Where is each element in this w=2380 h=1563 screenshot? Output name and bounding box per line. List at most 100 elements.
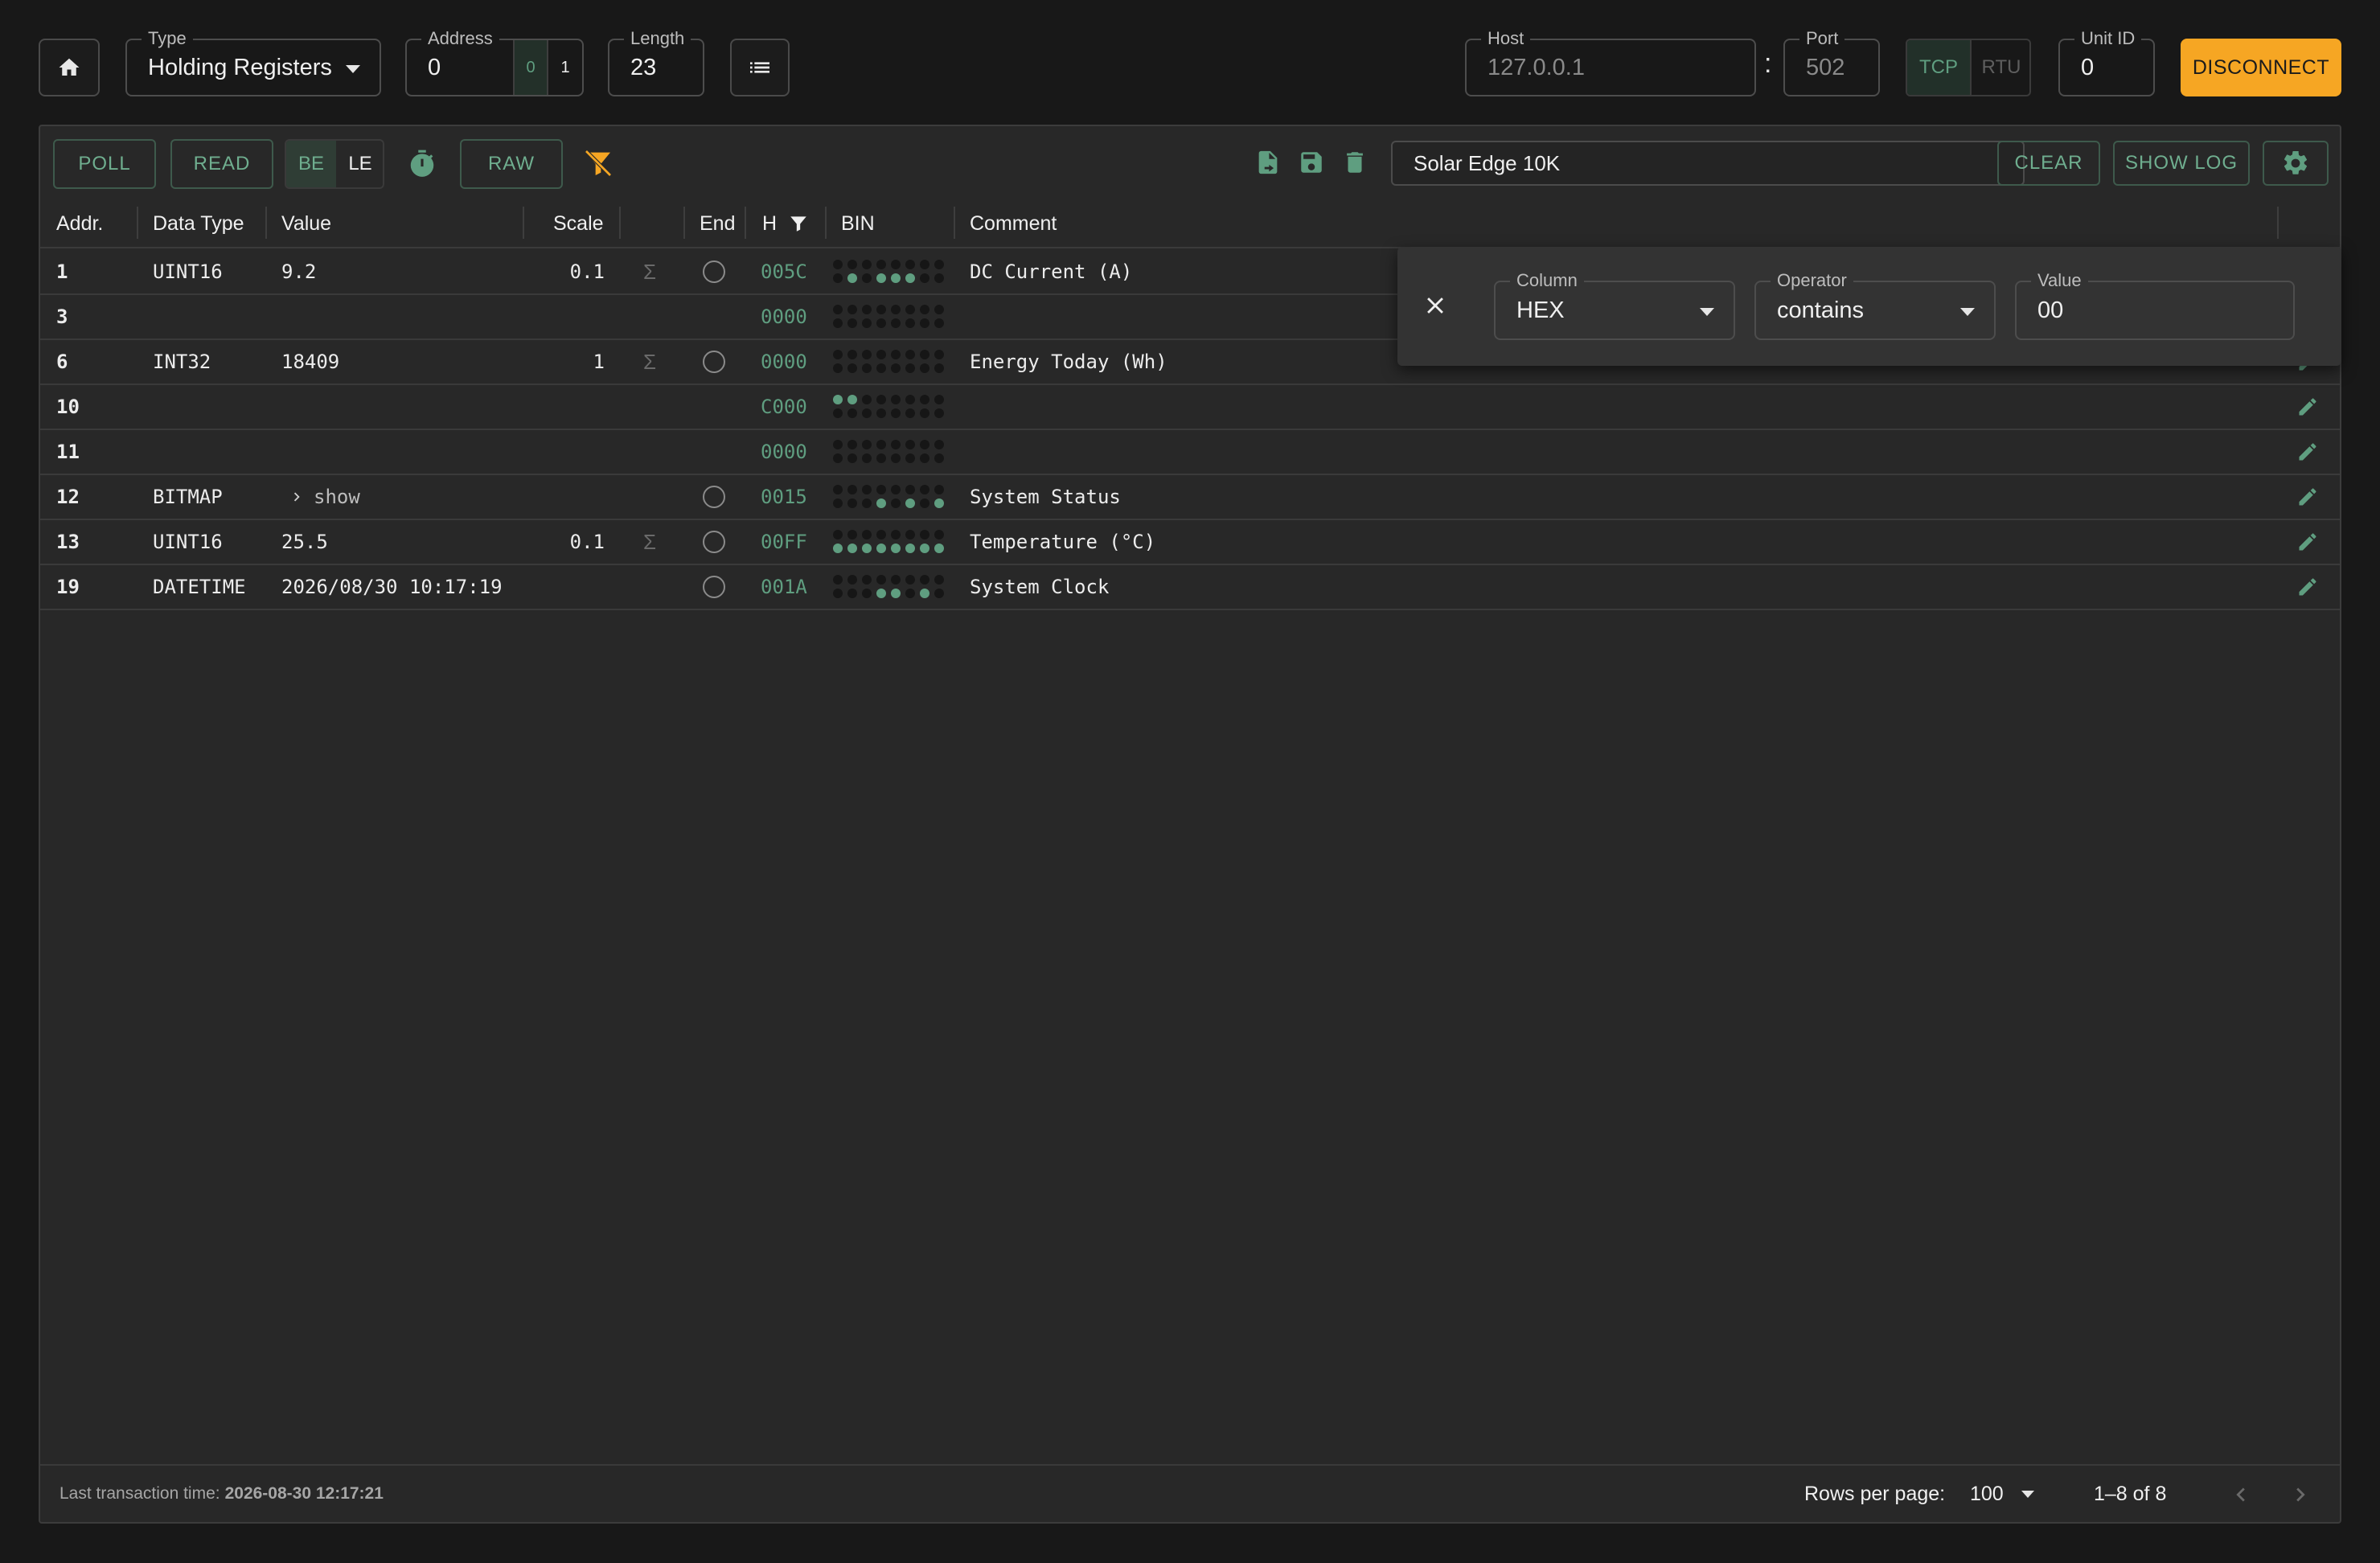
unit-id-field[interactable]: Unit ID 0 bbox=[2058, 28, 2155, 96]
bit-dot bbox=[934, 498, 944, 508]
export-file-button[interactable] bbox=[1254, 149, 1283, 178]
length-field[interactable]: Length 23 bbox=[608, 28, 704, 96]
header-data-type[interactable]: Data Type bbox=[153, 199, 244, 248]
end-radio[interactable] bbox=[703, 486, 725, 508]
clear-button[interactable]: CLEAR bbox=[1997, 141, 2100, 186]
protocol-tcp[interactable]: TCP bbox=[1907, 40, 1970, 95]
header-addr[interactable]: Addr. bbox=[56, 199, 103, 248]
filter-value-text: 00 bbox=[2037, 297, 2064, 323]
bit-dot bbox=[934, 350, 944, 359]
header-scale[interactable]: Scale bbox=[553, 199, 604, 248]
end-radio[interactable] bbox=[703, 351, 725, 373]
next-page-button[interactable] bbox=[2287, 1481, 2314, 1508]
close-filter-button[interactable] bbox=[1422, 292, 1451, 321]
raw-button[interactable]: RAW bbox=[460, 139, 563, 189]
edit-row-button[interactable] bbox=[2296, 486, 2319, 512]
end-radio[interactable] bbox=[703, 531, 725, 553]
end-radio[interactable] bbox=[703, 260, 725, 283]
chevron-down-icon bbox=[346, 65, 360, 73]
sigma-icon[interactable]: Σ bbox=[643, 520, 656, 564]
table-row[interactable]: 13 UINT16 25.5 0.1 Σ 00FF Temperature (°C) bbox=[40, 520, 2340, 565]
protocol-rtu[interactable]: RTU bbox=[1970, 40, 2029, 95]
cell-bin bbox=[833, 350, 946, 375]
address-field[interactable]: Address 0 0 1 bbox=[405, 28, 584, 96]
edit-row-button[interactable] bbox=[2296, 576, 2319, 602]
type-value: Holding Registers bbox=[148, 54, 332, 80]
prev-page-button[interactable] bbox=[2227, 1481, 2255, 1508]
filter-column-select[interactable]: Column HEX bbox=[1494, 270, 1735, 340]
bit-dot bbox=[876, 363, 886, 373]
bit-dot bbox=[833, 530, 843, 539]
show-log-button[interactable]: SHOW LOG bbox=[2113, 141, 2250, 186]
bit-dot bbox=[934, 273, 944, 283]
column-divider[interactable] bbox=[2277, 207, 2279, 239]
column-divider[interactable] bbox=[745, 207, 746, 239]
poll-button[interactable]: POLL bbox=[53, 139, 156, 189]
config-name-input-wrapper bbox=[1391, 141, 2025, 186]
header-comment[interactable]: Comment bbox=[970, 199, 1057, 248]
rows-per-page-select[interactable]: 100 bbox=[1970, 1466, 2042, 1522]
bit-dot bbox=[876, 589, 886, 598]
filter-off-icon bbox=[585, 150, 612, 177]
endian-le[interactable]: LE bbox=[336, 141, 383, 187]
save-button[interactable] bbox=[1298, 149, 1327, 178]
edit-row-button[interactable] bbox=[2296, 531, 2319, 557]
config-name-input[interactable] bbox=[1393, 142, 2023, 184]
address-value: 0 bbox=[428, 54, 441, 80]
sigma-icon[interactable]: Σ bbox=[643, 340, 656, 384]
column-divider[interactable] bbox=[619, 207, 621, 239]
bit-dot bbox=[920, 305, 929, 314]
bit-dot bbox=[876, 260, 886, 269]
address-base-0[interactable]: 0 bbox=[513, 40, 547, 95]
timer-button[interactable] bbox=[407, 149, 439, 181]
bit-dot bbox=[920, 408, 929, 418]
bit-dot bbox=[891, 589, 901, 598]
port-field[interactable]: Port 502 bbox=[1783, 28, 1880, 96]
filter-icon[interactable] bbox=[788, 213, 809, 234]
bit-dot bbox=[876, 395, 886, 404]
home-button[interactable] bbox=[39, 39, 100, 96]
settings-button[interactable] bbox=[2263, 141, 2329, 186]
column-divider[interactable] bbox=[825, 207, 827, 239]
column-divider[interactable] bbox=[265, 207, 267, 239]
header-end[interactable]: End bbox=[700, 199, 735, 248]
edit-row-button[interactable] bbox=[2296, 396, 2319, 422]
bit-dot bbox=[934, 530, 944, 539]
bit-dot bbox=[905, 395, 915, 404]
pencil-icon bbox=[2299, 398, 2316, 416]
table-row[interactable]: 10 C000 bbox=[40, 385, 2340, 430]
header-value[interactable]: Value bbox=[281, 199, 331, 248]
column-divider[interactable] bbox=[954, 207, 955, 239]
cell-comment: Energy Today (Wh) bbox=[970, 351, 1167, 373]
register-list-button[interactable] bbox=[730, 39, 790, 96]
sigma-icon[interactable]: Σ bbox=[643, 250, 656, 293]
bit-dot bbox=[833, 318, 843, 328]
column-divider[interactable] bbox=[683, 207, 685, 239]
table-row[interactable]: 19 DATETIME 2026/08/30 10:17:19 001A System … bbox=[40, 565, 2340, 610]
table-row[interactable]: 12 BITMAP show 0015 System Status bbox=[40, 475, 2340, 520]
edit-row-button[interactable] bbox=[2296, 441, 2319, 467]
filter-off-button[interactable] bbox=[582, 147, 614, 179]
type-select[interactable]: Type Holding Registers bbox=[125, 28, 381, 96]
bit-dot bbox=[862, 453, 872, 463]
bit-dot bbox=[934, 453, 944, 463]
read-button[interactable]: READ bbox=[170, 139, 273, 189]
filter-operator-select[interactable]: Operator contains bbox=[1754, 270, 1996, 340]
bit-dot bbox=[934, 485, 944, 494]
bit-dot bbox=[920, 544, 929, 553]
address-base-1[interactable]: 1 bbox=[547, 40, 582, 95]
header-hex[interactable]: H bbox=[762, 199, 809, 248]
column-divider[interactable] bbox=[523, 207, 524, 239]
disconnect-button[interactable]: DISCONNECT bbox=[2181, 39, 2341, 96]
pencil-icon bbox=[2299, 443, 2316, 461]
table-row[interactable]: 11 0000 bbox=[40, 430, 2340, 475]
column-divider[interactable] bbox=[137, 207, 138, 239]
cell-comment: DC Current (A) bbox=[970, 260, 1133, 283]
header-bin[interactable]: BIN bbox=[841, 199, 875, 248]
delete-button[interactable] bbox=[1341, 149, 1370, 178]
end-radio[interactable] bbox=[703, 576, 725, 598]
endian-be[interactable]: BE bbox=[286, 141, 336, 187]
endian-toggle: BE LE bbox=[285, 139, 384, 189]
host-field[interactable]: Host 127.0.0.1 bbox=[1465, 28, 1756, 96]
filter-value-input[interactable]: Value 00 bbox=[2015, 270, 2295, 340]
